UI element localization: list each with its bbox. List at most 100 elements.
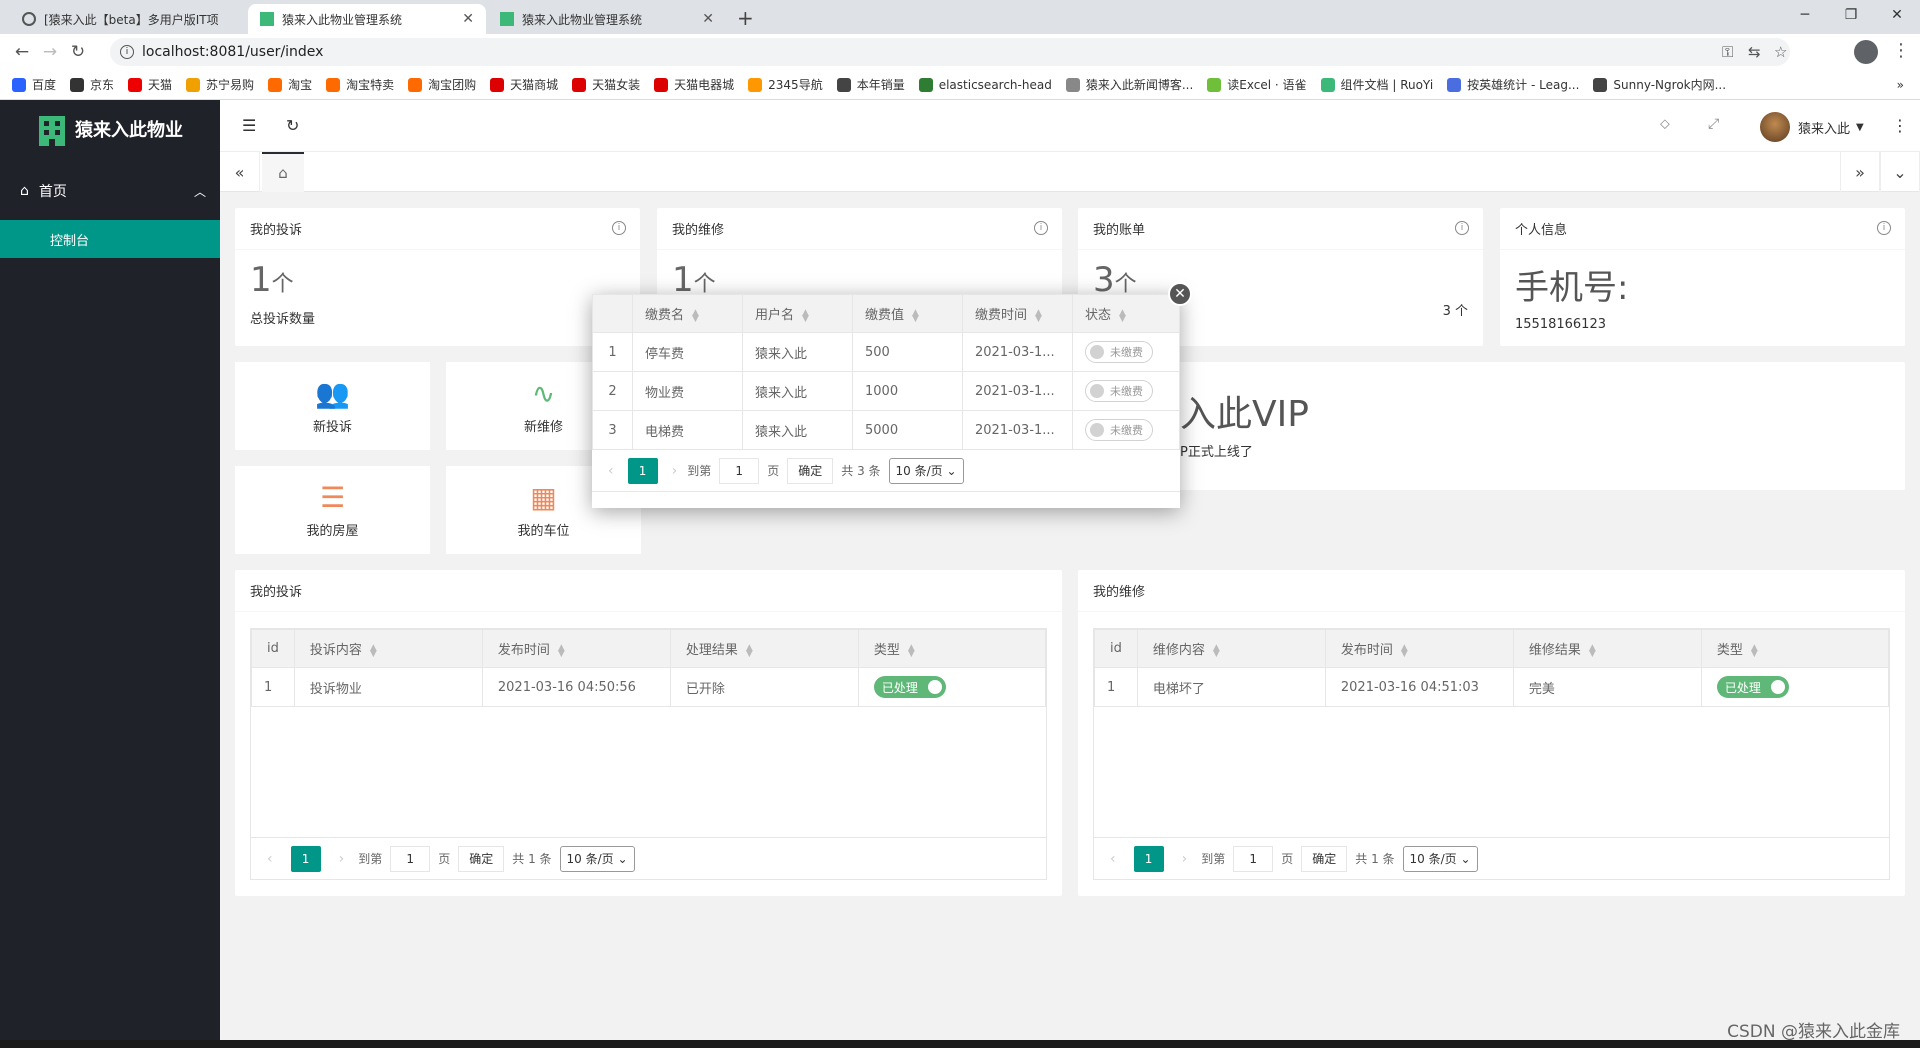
url-field[interactable]: i localhost:8081/user/index ⚿ ⇆ ☆ [110, 38, 1790, 66]
bookmark-item[interactable]: 猿来入此新闻博客... [1065, 76, 1193, 93]
browser-tab-1[interactable]: [猿来入此【beta】多用户版IT项 [10, 4, 248, 34]
col-type[interactable]: 类型 ▲ ▼ [1700, 629, 1890, 668]
reload-icon[interactable]: ↻ [64, 42, 92, 62]
close-window-icon[interactable]: ✕ [1874, 0, 1920, 30]
app-logo[interactable]: 猿来入此物业 [0, 100, 220, 158]
browser-tab-2[interactable]: 猿来入此物业管理系统 ✕ [248, 4, 486, 34]
col-fee-value[interactable]: 缴费值 ▲ ▼ [852, 294, 963, 333]
page-size-select[interactable]: 10 条/页 ⌄ [559, 845, 635, 872]
col-result[interactable]: 维修结果 ▲ ▼ [1512, 629, 1702, 668]
col-status[interactable]: 状态 ▲ ▼ [1072, 294, 1180, 333]
next-icon[interactable]: › [339, 851, 345, 867]
table-row[interactable]: 1 投诉物业 2021-03-16 04:50:56 已开除 已处理 [251, 667, 1047, 707]
more-icon[interactable]: ⋮ [1892, 40, 1910, 61]
status-toggle[interactable]: 未缴费 [1085, 419, 1153, 441]
page-1-button[interactable]: 1 [1133, 845, 1164, 872]
bookmark-item[interactable]: 天猫电器城 [654, 76, 734, 93]
status-toggle[interactable]: 已处理 [1716, 676, 1789, 698]
more-icon[interactable]: ⋮ [1892, 116, 1908, 135]
refresh-icon[interactable]: ↻ [286, 116, 299, 135]
page-1-button[interactable]: 1 [290, 845, 321, 872]
close-icon[interactable]: ✕ [1168, 282, 1192, 306]
col-fee-time[interactable]: 缴费时间 ▲ ▼ [962, 294, 1073, 333]
page-size-select[interactable]: 10 条/页 ⌄ [1402, 845, 1478, 872]
scroll-right-icon[interactable]: » [1840, 152, 1880, 192]
minimize-icon[interactable]: ─ [1782, 0, 1828, 30]
more-bookmarks-icon[interactable]: » [1897, 78, 1904, 92]
shortcut-new-complaint[interactable]: 👥 新投诉 [235, 362, 430, 450]
col-id[interactable]: id [1094, 629, 1138, 668]
page-input[interactable]: 1 [1233, 845, 1274, 872]
info-icon[interactable]: i [1034, 221, 1048, 235]
prev-icon[interactable]: ‹ [608, 463, 614, 479]
bookmark-item[interactable]: 淘宝特卖 [326, 76, 394, 93]
close-tab-icon[interactable]: ✕ [702, 11, 714, 27]
new-tab-button[interactable]: + [737, 6, 754, 30]
bookmark-item[interactable]: elasticsearch-head [918, 77, 1052, 92]
status-toggle[interactable]: 未缴费 [1085, 380, 1153, 402]
col-result[interactable]: 处理结果 ▲ ▼ [669, 629, 859, 668]
col-fee-name[interactable]: 缴费名 ▲ ▼ [632, 294, 743, 333]
back-icon[interactable]: ← [8, 42, 36, 62]
key-icon[interactable]: ⚿ [1722, 43, 1733, 61]
col-content[interactable]: 维修内容 ▲ ▼ [1136, 629, 1326, 668]
page-input[interactable]: 1 [719, 457, 760, 484]
menu-toggle-icon[interactable]: ☰ [242, 116, 256, 135]
tag-icon[interactable]: ⬦ [1660, 116, 1670, 132]
forward-icon[interactable]: → [36, 42, 64, 62]
close-tab-icon[interactable]: ✕ [462, 11, 474, 27]
table-row[interactable]: 1 电梯坏了 2021-03-16 04:51:03 完美 已处理 [1094, 667, 1890, 707]
scroll-left-icon[interactable]: « [220, 152, 260, 192]
col-type[interactable]: 类型 ▲ ▼ [857, 629, 1047, 668]
info-icon[interactable]: i [1877, 221, 1891, 235]
prev-icon[interactable]: ‹ [1110, 851, 1116, 867]
menu-home[interactable]: ⌂ 首页 ︿ [0, 168, 220, 214]
bookmark-item[interactable]: 淘宝团购 [408, 76, 476, 93]
col-content[interactable]: 投诉内容 ▲ ▼ [293, 629, 483, 668]
col-id[interactable]: id [251, 629, 295, 668]
col-time[interactable]: 发布时间 ▲ ▼ [1324, 629, 1514, 668]
confirm-button[interactable]: 确定 [787, 457, 834, 484]
next-icon[interactable]: › [672, 463, 678, 479]
browser-tab-3[interactable]: 猿来入此物业管理系统 ✕ [488, 4, 726, 34]
translate-icon[interactable]: ⇆ [1748, 43, 1761, 61]
bookmark-item[interactable]: 2345导航 [748, 76, 823, 93]
next-icon[interactable]: › [1182, 851, 1188, 867]
user-menu[interactable]: 猿来入此 ▼ [1760, 112, 1864, 142]
page-1-button[interactable]: 1 [627, 457, 658, 484]
page-input[interactable]: 1 [390, 845, 431, 872]
restore-icon[interactable]: ❐ [1828, 0, 1874, 30]
confirm-button[interactable]: 确定 [1301, 845, 1348, 872]
bookmark-item[interactable]: 组件文档 | RuoYi [1320, 76, 1433, 93]
info-icon[interactable]: i [612, 221, 626, 235]
bookmark-item[interactable]: 按英雄统计 - Leag... [1447, 76, 1579, 93]
profile-icon[interactable] [1854, 40, 1878, 64]
bookmark-item[interactable]: 读Excel · 语雀 [1207, 76, 1307, 93]
page-size-select[interactable]: 10 条/页 ⌄ [888, 457, 964, 484]
bookmark-item[interactable]: 天猫商城 [490, 76, 558, 93]
bookmark-item[interactable]: 天猫 [128, 76, 172, 93]
prev-icon[interactable]: ‹ [267, 851, 273, 867]
bookmark-item[interactable]: 天猫女装 [572, 76, 640, 93]
table-row[interactable]: 1 停车费 猿来入此 500 2021-03-1... 未缴费 [592, 332, 1180, 372]
bookmark-item[interactable]: Sunny-Ngrok内网... [1593, 76, 1726, 93]
info-icon[interactable]: i [1455, 221, 1469, 235]
star-icon[interactable]: ☆ [1774, 43, 1787, 61]
table-row[interactable]: 3 电梯费 猿来入此 5000 2021-03-1... 未缴费 [592, 410, 1180, 450]
status-toggle[interactable]: 未缴费 [1085, 341, 1153, 363]
fullscreen-icon[interactable]: ⤢ [1708, 116, 1719, 132]
bookmark-item[interactable]: 百度 [12, 76, 56, 93]
info-icon[interactable]: i [120, 45, 134, 59]
bookmark-item[interactable]: 京东 [70, 76, 114, 93]
shortcut-my-house[interactable]: ☰ 我的房屋 [235, 466, 430, 554]
chevron-down-icon[interactable]: ⌄ [1880, 152, 1920, 192]
table-row[interactable]: 2 物业费 猿来入此 1000 2021-03-1... 未缴费 [592, 371, 1180, 411]
bookmark-item[interactable]: 本年销量 [836, 76, 905, 93]
menu-item-console[interactable]: 控制台 [0, 220, 220, 258]
bookmark-item[interactable]: 苏宁易购 [186, 76, 254, 93]
col-time[interactable]: 发布时间 ▲ ▼ [481, 629, 671, 668]
confirm-button[interactable]: 确定 [458, 845, 505, 872]
status-toggle[interactable]: 已处理 [873, 676, 946, 698]
home-tab[interactable]: ⌂ [262, 152, 304, 192]
bookmark-item[interactable]: 淘宝 [268, 76, 312, 93]
